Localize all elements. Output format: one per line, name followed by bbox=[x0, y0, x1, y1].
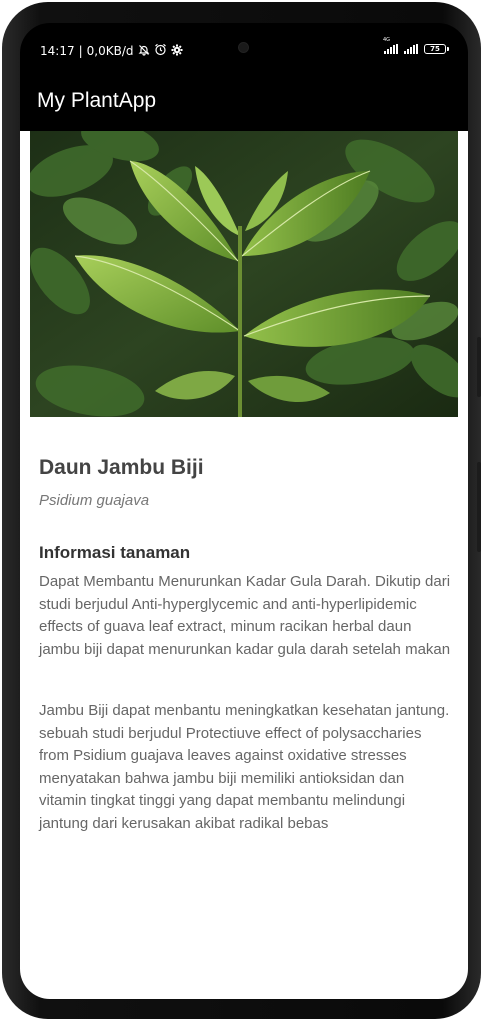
power-button bbox=[477, 462, 481, 552]
alarm-icon bbox=[154, 43, 167, 58]
plant-image bbox=[30, 131, 458, 417]
app-title: My PlantApp bbox=[37, 89, 157, 112]
volume-button bbox=[477, 337, 481, 397]
section-title: Informasi tanaman bbox=[39, 543, 191, 562]
network-tag: 4G bbox=[383, 37, 391, 43]
mute-bell-icon bbox=[138, 44, 150, 58]
info-paragraph-1: Dapat Membantu Menurunkan Kadar Gula Dar… bbox=[39, 573, 451, 658]
settings-gear-icon bbox=[171, 44, 183, 58]
phone-screen: 14:17 | 0,0KB/d 4G 75 My PlantApp Daun J… bbox=[20, 23, 468, 999]
front-camera bbox=[238, 42, 249, 53]
info-paragraph-2: Jambu Biji dapat menbantu meningkatkan k… bbox=[39, 702, 450, 832]
status-bar: 14:17 | 0,0KB/d 4G 75 bbox=[20, 23, 468, 79]
status-right: 4G 75 bbox=[383, 37, 449, 54]
plant-latin-name: Psidium guajava bbox=[39, 492, 150, 509]
signal-icon bbox=[404, 44, 418, 54]
signal-4g-icon: 4G bbox=[383, 37, 398, 54]
battery-icon: 75 bbox=[424, 44, 449, 54]
status-left: 14:17 | 0,0KB/d bbox=[40, 43, 183, 58]
phone-frame: 14:17 | 0,0KB/d 4G 75 My PlantApp Daun J… bbox=[2, 2, 481, 1019]
app-bar: My PlantApp bbox=[20, 79, 468, 131]
plant-name: Daun Jambu Biji bbox=[39, 456, 204, 479]
network-speed: 0,0KB/d bbox=[86, 43, 134, 58]
status-separator: | bbox=[78, 43, 83, 58]
detail-content: Daun Jambu Biji Psidium guajava Informas… bbox=[20, 131, 468, 999]
status-time: 14:17 bbox=[40, 43, 75, 58]
